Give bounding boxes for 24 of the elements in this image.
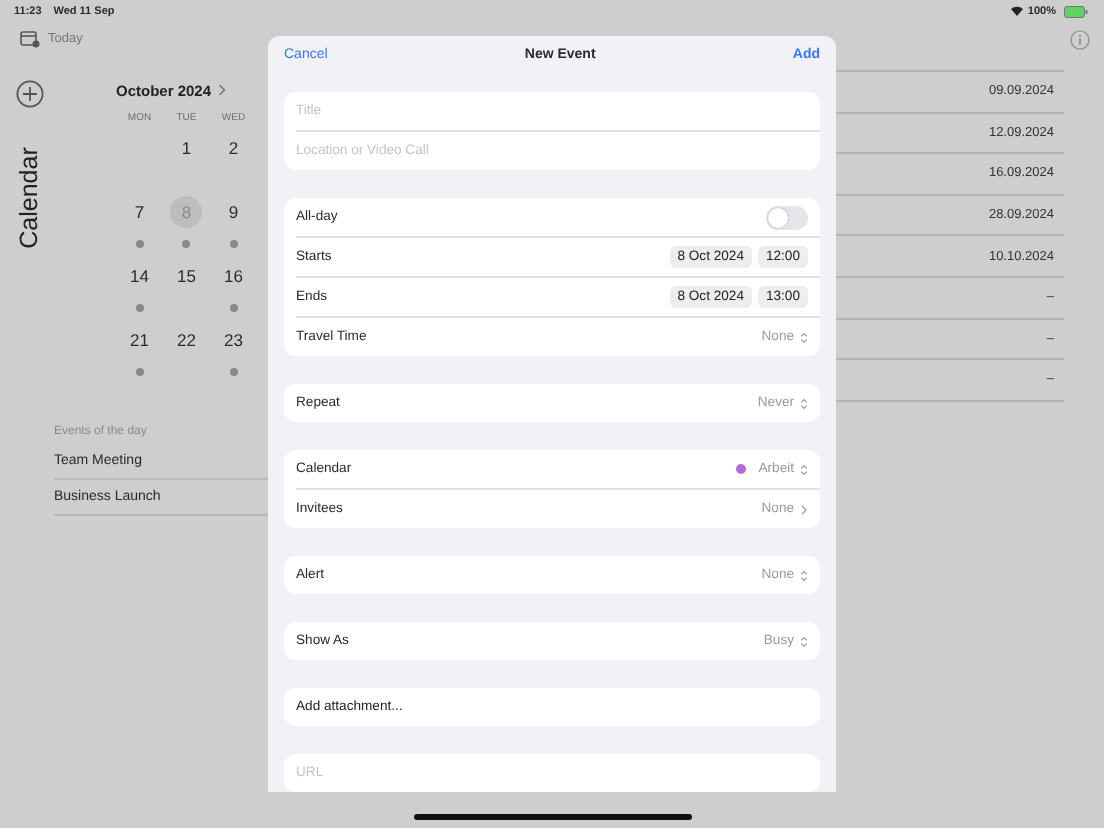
chevron-right-icon[interactable] <box>800 503 808 515</box>
chevron-right-icon[interactable] <box>217 84 226 96</box>
add-icon[interactable] <box>15 80 43 108</box>
battery-icon <box>1064 5 1088 17</box>
toggle-switch[interactable] <box>766 205 808 229</box>
updown-chevron-icon[interactable] <box>800 397 809 409</box>
updown-chevron-icon[interactable] <box>800 569 808 581</box>
calendar-day[interactable]: 14 <box>123 260 156 292</box>
calendar-day[interactable]: 2 <box>217 132 250 164</box>
wifi-icon <box>1009 6 1024 16</box>
calendar-day[interactable]: 21 <box>123 324 156 356</box>
calendar-icon <box>20 30 40 48</box>
calendar-day[interactable]: 9 <box>217 196 250 228</box>
calendar-day[interactable]: 15 <box>170 260 203 292</box>
sidebar-title: Calendar <box>15 147 43 249</box>
info-icon[interactable] <box>1070 30 1090 50</box>
calendar-day[interactable]: 7 <box>123 196 156 228</box>
calendar-day[interactable]: 1 <box>170 132 203 164</box>
calendar-day[interactable]: 22 <box>170 324 203 356</box>
updown-chevron-icon[interactable] <box>800 331 808 343</box>
updown-chevron-icon[interactable] <box>800 463 809 475</box>
updown-chevron-icon[interactable] <box>800 635 808 647</box>
calendar-day[interactable]: 16 <box>217 260 250 292</box>
calendar-day[interactable]: 23 <box>217 324 250 356</box>
